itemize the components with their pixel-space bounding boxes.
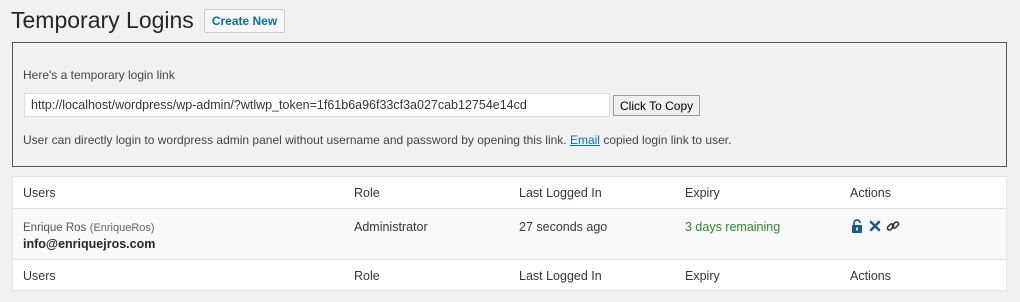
email-link[interactable]: Email	[570, 133, 600, 147]
user-login: (EnriqueRos)	[89, 222, 155, 234]
close-icon[interactable]	[868, 219, 882, 233]
login-link-notice: Here's a temporary login link Click To C…	[12, 42, 1007, 167]
copy-link-button[interactable]: Click To Copy	[613, 95, 701, 116]
table-row: Enrique Ros (EnriqueRos) info@enriquejro…	[13, 209, 1006, 260]
table-footer-row: Users Role Last Logged In Expiry Actions	[13, 260, 1006, 291]
login-link-input[interactable]	[24, 93, 610, 117]
column-header-last-logged-in[interactable]: Last Logged In	[519, 186, 602, 200]
footer-header-expiry[interactable]: Expiry	[685, 269, 720, 283]
create-new-button[interactable]: Create New	[203, 8, 286, 33]
expiry-status: 3 days remaining	[685, 220, 781, 234]
column-header-role[interactable]: Role	[354, 186, 380, 200]
row-actions	[850, 219, 900, 233]
page-title: Temporary Logins	[11, 7, 194, 33]
notice-desc-after: copied login link to user.	[603, 133, 732, 147]
footer-header-actions: Actions	[850, 269, 891, 283]
page-header: Temporary Logins Create New	[11, 6, 286, 35]
user-email: info@enriquejros.com	[23, 237, 156, 251]
footer-header-users[interactable]: Users	[23, 269, 56, 283]
column-header-expiry[interactable]: Expiry	[685, 186, 720, 200]
notice-description: User can directly login to wordpress adm…	[23, 133, 731, 147]
column-header-actions: Actions	[850, 186, 891, 200]
lock-open-icon[interactable]	[850, 219, 864, 233]
temporary-logins-table: Users Role Last Logged In Expiry Actions…	[12, 176, 1007, 291]
notice-desc-text: User can directly login to wordpress adm…	[23, 133, 567, 147]
user-name: Enrique Ros	[23, 222, 87, 234]
table-header-row: Users Role Last Logged In Expiry Actions	[13, 177, 1006, 209]
link-icon[interactable]	[886, 219, 900, 233]
last-logged-in: 27 seconds ago	[519, 220, 608, 234]
column-header-users[interactable]: Users	[23, 186, 56, 200]
footer-header-last-logged-in[interactable]: Last Logged In	[519, 269, 602, 283]
user-role: Administrator	[354, 220, 428, 234]
footer-header-role[interactable]: Role	[354, 269, 380, 283]
notice-heading: Here's a temporary login link	[23, 68, 175, 82]
user-cell: Enrique Ros (EnriqueRos)	[23, 220, 155, 234]
